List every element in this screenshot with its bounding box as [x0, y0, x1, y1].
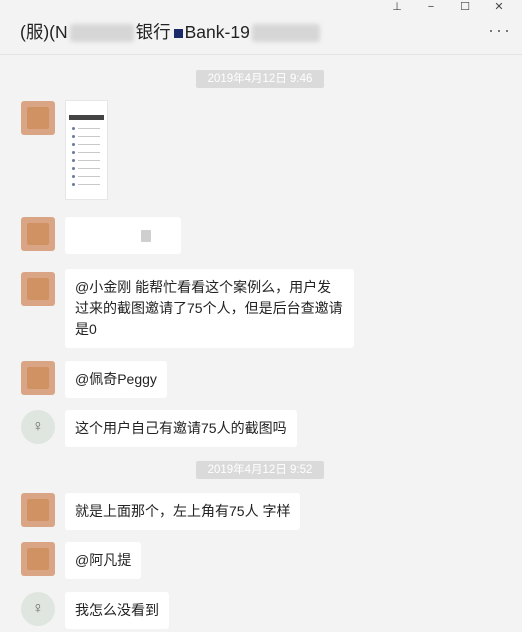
avatar[interactable]: [21, 101, 55, 135]
avatar[interactable]: [21, 217, 55, 251]
thumb-dot: [72, 159, 75, 162]
thumb-line: [78, 176, 100, 177]
thumb-line: [78, 160, 100, 161]
image-placeholder-icon: [141, 230, 151, 242]
thumb-dot: [72, 151, 75, 154]
avatar[interactable]: ♀: [21, 410, 55, 444]
window-controls: ⊥ − ☐ ✕: [380, 0, 516, 16]
image-message-thumbnail[interactable]: [65, 100, 108, 200]
title-suffix: Bank-19: [184, 22, 250, 42]
thumb-dot: [72, 183, 75, 186]
message-bubble: 我怎么没看到: [65, 592, 169, 629]
title-mid: 银行: [135, 22, 171, 42]
chat-title: (服)(N 银行 Bank-19: [20, 19, 320, 44]
thumb-header-bar: [69, 115, 104, 120]
flag-icon: [173, 28, 183, 38]
maximize-icon[interactable]: ☐: [448, 0, 482, 16]
message-bubble: @小金刚 能帮忙看看这个案例么，用户发过来的截图邀请了75个人，但是后台查邀请是…: [65, 269, 354, 348]
message-bubble: 这个用户自己有邀请75人的截图吗: [65, 410, 297, 447]
close-icon[interactable]: ✕: [482, 0, 516, 16]
thumb-line: [78, 152, 100, 153]
avatar[interactable]: [21, 361, 55, 395]
timestamp: 2019年4月12日 9:46: [196, 70, 324, 88]
image-message-placeholder[interactable]: [65, 217, 181, 254]
thumb-line: [78, 128, 100, 129]
thumb-line: [78, 144, 100, 145]
title-bar: ⊥ − ☐ ✕ (服)(N 银行 Bank-19 ···: [0, 0, 522, 55]
user-icon: ♀: [32, 418, 44, 435]
thumb-dot: [72, 175, 75, 178]
message-bubble: @阿凡提: [65, 542, 142, 579]
thumb-dot: [72, 167, 75, 170]
redacted-block: [251, 24, 320, 43]
message-bubble: @佩奇Peggy: [65, 361, 167, 398]
more-options-icon[interactable]: ···: [488, 20, 512, 41]
thumb-line: [78, 136, 100, 137]
minimize-icon[interactable]: −: [414, 0, 448, 16]
thumb-dot: [72, 143, 75, 146]
thumb-line: [78, 168, 100, 169]
title-prefix: (服)(N: [20, 22, 68, 42]
avatar[interactable]: [21, 542, 55, 576]
avatar[interactable]: [21, 493, 55, 527]
pin-icon[interactable]: ⊥: [380, 0, 414, 16]
avatar[interactable]: [21, 272, 55, 306]
thumb-line: [78, 184, 100, 185]
message-bubble: 就是上面那个，左上角有75人 字样: [65, 493, 301, 530]
thumb-dot: [72, 127, 75, 130]
redacted-block: [69, 24, 134, 43]
avatar[interactable]: ♀: [21, 592, 55, 626]
timestamp: 2019年4月12日 9:52: [196, 461, 324, 479]
user-icon: ♀: [32, 600, 44, 617]
thumb-dot: [72, 135, 75, 138]
